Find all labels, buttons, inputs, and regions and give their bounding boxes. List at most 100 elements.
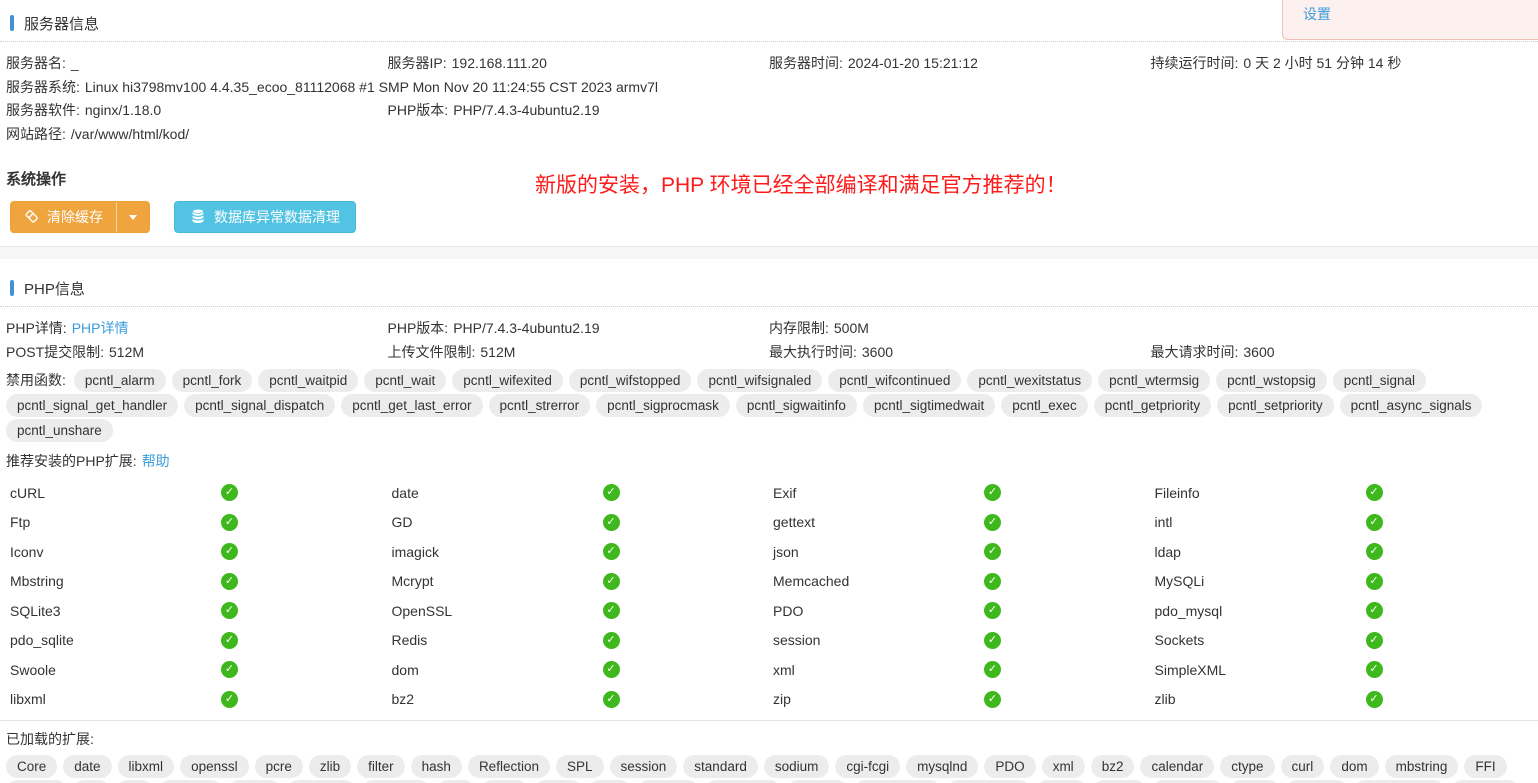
memory-limit-value: 500M <box>834 317 869 341</box>
extension-status-cell: imagick ✓ <box>388 537 770 567</box>
extension-name: PDO <box>773 603 984 619</box>
disabled-function-tag: pcntl_signal_get_handler <box>6 394 178 417</box>
server-os-field: 服务器系统: Linux hi3798mv100 4.4.35_ecoo_811… <box>6 76 1532 100</box>
max-request-field: 最大请求时间: 3600 <box>1151 341 1533 365</box>
loaded-extension-tag: zlib <box>309 755 351 778</box>
extension-name: session <box>773 632 984 648</box>
extension-name: xml <box>773 662 984 678</box>
max-exec-field: 最大执行时间: 3600 <box>769 341 1151 365</box>
php-detail-label: PHP详情: <box>6 317 67 341</box>
clear-cache-dropdown-toggle[interactable] <box>116 202 149 232</box>
check-icon: ✓ <box>603 484 620 501</box>
extension-status-cell: cURL ✓ <box>6 478 388 508</box>
loaded-ext-label: 已加载的扩展: <box>6 729 1538 749</box>
server-time-field: 服务器时间: 2024-01-20 15:21:12 <box>769 52 1151 76</box>
disabled-functions-block: 禁用函数: pcntl_alarm pcntl_fork pcntl_waitp… <box>0 369 1538 442</box>
clear-cache-button[interactable]: 清除缓存 <box>11 202 116 232</box>
server-os-label: 服务器系统: <box>6 76 80 100</box>
php-version-field2: PHP版本: PHP/7.4.3-4ubuntu2.19 <box>388 317 770 341</box>
check-icon: ✓ <box>984 484 1001 501</box>
help-link[interactable]: 帮助 <box>142 451 170 471</box>
check-icon: ✓ <box>1366 691 1383 708</box>
check-icon: ✓ <box>1366 543 1383 560</box>
extension-status-cell: dom ✓ <box>388 655 770 685</box>
disabled-function-tag: pcntl_fork <box>172 369 253 392</box>
max-request-label: 最大请求时间: <box>1151 341 1239 365</box>
loaded-extension-tag: cgi-fcgi <box>835 755 900 778</box>
loaded-extension-tag: Reflection <box>468 755 550 778</box>
extension-name: Iconv <box>10 544 221 560</box>
loaded-extension-tag: filter <box>357 755 405 778</box>
disabled-function-tag: pcntl_unshare <box>6 419 113 442</box>
extension-status-cell: Mbstring ✓ <box>6 567 388 597</box>
database-icon <box>190 208 206 227</box>
server-uptime-value: 0 天 2 小时 51 分钟 14 秒 <box>1243 52 1401 76</box>
loaded-extension-tag: xml <box>1042 755 1085 778</box>
extension-name: zlib <box>1155 691 1366 707</box>
extension-name: Ftp <box>10 514 221 530</box>
server-time-value: 2024-01-20 15:21:12 <box>848 52 978 76</box>
extension-status-cell: GD ✓ <box>388 508 770 538</box>
loaded-extension-tag: mbstring <box>1385 755 1459 778</box>
post-limit-field: POST提交限制: 512M <box>6 341 388 365</box>
server-software-field: 服务器软件: nginx/1.18.0 <box>6 99 388 123</box>
disabled-function-tag: pcntl_exec <box>1001 394 1088 417</box>
disabled-function-tag: pcntl_wtermsig <box>1098 369 1210 392</box>
extension-status-cell: xml ✓ <box>769 655 1151 685</box>
loaded-extension-tag: ctype <box>1220 755 1274 778</box>
section-accent-bar <box>10 280 14 296</box>
extension-name: dom <box>392 662 603 678</box>
eraser-icon <box>24 208 40 227</box>
max-exec-value: 3600 <box>862 341 893 365</box>
server-uptime-label: 持续运行时间: <box>1151 52 1239 76</box>
disabled-function-tag: pcntl_wifcontinued <box>828 369 961 392</box>
disabled-function-tag: pcntl_alarm <box>74 369 166 392</box>
extension-status-cell: ldap ✓ <box>1151 537 1533 567</box>
extension-name: date <box>392 485 603 501</box>
email-notice-popup: 部分功能正常，请及时绑定邮箱 去邮箱 设置 <box>1282 0 1538 40</box>
server-ip-field: 服务器IP: 192.168.111.20 <box>388 52 770 76</box>
email-settings-link-wrap[interactable]: 设置 <box>1303 6 1331 22</box>
check-icon: ✓ <box>221 632 238 649</box>
extension-name: pdo_mysql <box>1155 603 1366 619</box>
recommended-ext-label: 推荐安装的PHP扩展: <box>6 451 137 471</box>
disabled-function-tag: pcntl_sigwaitinfo <box>736 394 857 417</box>
disabled-function-tag: pcntl_wstopsig <box>1216 369 1327 392</box>
check-icon: ✓ <box>1366 632 1383 649</box>
extension-status-cell: OpenSSL ✓ <box>388 596 770 626</box>
disabled-function-tag: pcntl_wifexited <box>452 369 563 392</box>
extension-name: Swoole <box>10 662 221 678</box>
extension-name: json <box>773 544 984 560</box>
php-detail-field: PHP详情: PHP详情 <box>6 317 388 341</box>
extension-status-cell: date ✓ <box>388 478 770 508</box>
php-detail-link[interactable]: PHP详情 <box>72 317 129 341</box>
php-info-header: PHP信息 <box>10 277 1538 299</box>
loaded-extension-tag: pcre <box>255 755 303 778</box>
disabled-function-tag: pcntl_wifsignaled <box>697 369 822 392</box>
server-name-label: 服务器名: <box>6 52 66 76</box>
disabled-functions-label: 禁用函数: <box>6 369 66 392</box>
loaded-extension-tag: Core <box>6 755 57 778</box>
extension-name: Memcached <box>773 573 984 589</box>
disabled-function-tag: pcntl_getpriority <box>1094 394 1211 417</box>
disabled-function-tag: pcntl_sigtimedwait <box>863 394 995 417</box>
webroot-field: 网站路径: /var/www/html/kod/ <box>6 123 1532 147</box>
extension-status-cell: pdo_sqlite ✓ <box>6 626 388 656</box>
loaded-extension-tag: mysqlnd <box>906 755 978 778</box>
server-name-field: 服务器名: _ <box>6 52 388 76</box>
extension-name: Mbstring <box>10 573 221 589</box>
check-icon: ✓ <box>221 602 238 619</box>
extension-name: ldap <box>1155 544 1366 560</box>
system-ops-buttons: 清除缓存 数据库异常数据清理 <box>10 201 1538 233</box>
check-icon: ✓ <box>984 543 1001 560</box>
upload-limit-label: 上传文件限制: <box>388 341 476 365</box>
db-clean-button[interactable]: 数据库异常数据清理 <box>174 201 356 233</box>
php-info-title: PHP信息 <box>24 278 85 299</box>
php-info-card: PHP信息 PHP详情: PHP详情 PHP版本: PHP/7.4.3-4ubu… <box>0 259 1538 783</box>
disabled-function-tag: pcntl_wexitstatus <box>967 369 1092 392</box>
loaded-extension-tag: session <box>610 755 678 778</box>
php-version-value: PHP/7.4.3-4ubuntu2.19 <box>453 99 599 123</box>
loaded-extension-tag: curl <box>1281 755 1325 778</box>
extension-name: pdo_sqlite <box>10 632 221 648</box>
notice-message: 部分功能正常，请及时绑定邮箱 去邮箱 <box>1303 0 1538 3</box>
